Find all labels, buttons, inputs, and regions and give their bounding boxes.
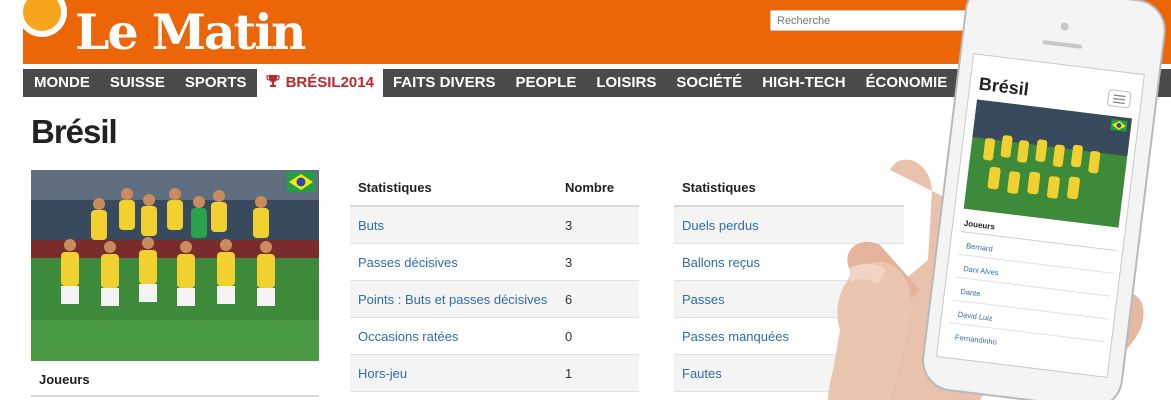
- stat-value: 1: [565, 365, 573, 381]
- nav-item-suisse[interactable]: SUISSE: [100, 69, 175, 97]
- stat-value: 0: [565, 328, 573, 344]
- stat-link[interactable]: Duels perdus: [674, 218, 759, 233]
- table-row: Points : Buts et passes décisives 6: [350, 281, 639, 318]
- stat-link[interactable]: Ballons reçus: [674, 255, 760, 270]
- nav-item-sports[interactable]: SPORTS: [175, 69, 257, 97]
- stat-link[interactable]: Buts: [350, 218, 565, 233]
- table-body: Buts 3 Passes décisives 3 Points : Buts …: [350, 207, 639, 392]
- team-photo-image: [31, 170, 319, 361]
- stat-value: 6: [565, 291, 573, 307]
- table-row: Hors-jeu 1: [350, 355, 639, 392]
- brazil-flag-icon: [287, 172, 315, 192]
- trophy-icon: [265, 75, 280, 87]
- site-logo[interactable]: Le Matin: [75, 2, 307, 62]
- stat-link[interactable]: Passes: [674, 292, 725, 307]
- stat-link[interactable]: Fautes: [674, 366, 722, 381]
- nav-item-societe[interactable]: SOCIÉTÉ: [666, 69, 752, 97]
- players-header: Joueurs: [31, 361, 319, 397]
- phone-mockup: Brésil Joueurs Bernard Dani Alves Dante …: [820, 0, 1171, 400]
- stat-link[interactable]: Passes manquées: [674, 329, 789, 344]
- stat-link[interactable]: Hors-jeu: [350, 366, 565, 381]
- nav-item-faits-divers[interactable]: FAITS DIVERS: [383, 69, 506, 97]
- nav-item-people[interactable]: PEOPLE: [505, 69, 586, 97]
- table-row: Occasions ratées 0: [350, 318, 639, 355]
- table-header: Statistiques Nombre: [350, 170, 639, 207]
- stat-value: 3: [565, 254, 573, 270]
- phone-mockup-image: Brésil Joueurs Bernard Dani Alves Dante …: [828, 0, 1166, 400]
- table-row: Buts 3: [350, 207, 639, 244]
- nav-item-label: BRÉSIL2014: [285, 74, 374, 91]
- nav-item-monde[interactable]: MONDE: [23, 69, 100, 97]
- nav-item-loisirs[interactable]: LOISIRS: [586, 69, 666, 97]
- stat-value: 3: [565, 217, 573, 233]
- stat-link[interactable]: Passes décisives: [350, 255, 565, 270]
- stats-table-1: Statistiques Nombre Buts 3 Passes décisi…: [350, 170, 639, 392]
- stat-link[interactable]: Points : Buts et passes décisives: [350, 292, 565, 307]
- page-title: Brésil: [31, 113, 118, 150]
- nav-item-bresil2014[interactable]: BRÉSIL2014: [256, 69, 383, 97]
- stat-link[interactable]: Occasions ratées: [350, 329, 565, 344]
- column-header-nombre: Nombre: [565, 180, 615, 195]
- team-photo: [31, 170, 319, 361]
- column-header-statistiques: Statistiques: [358, 180, 432, 195]
- table-row: Passes décisives 3: [350, 244, 639, 281]
